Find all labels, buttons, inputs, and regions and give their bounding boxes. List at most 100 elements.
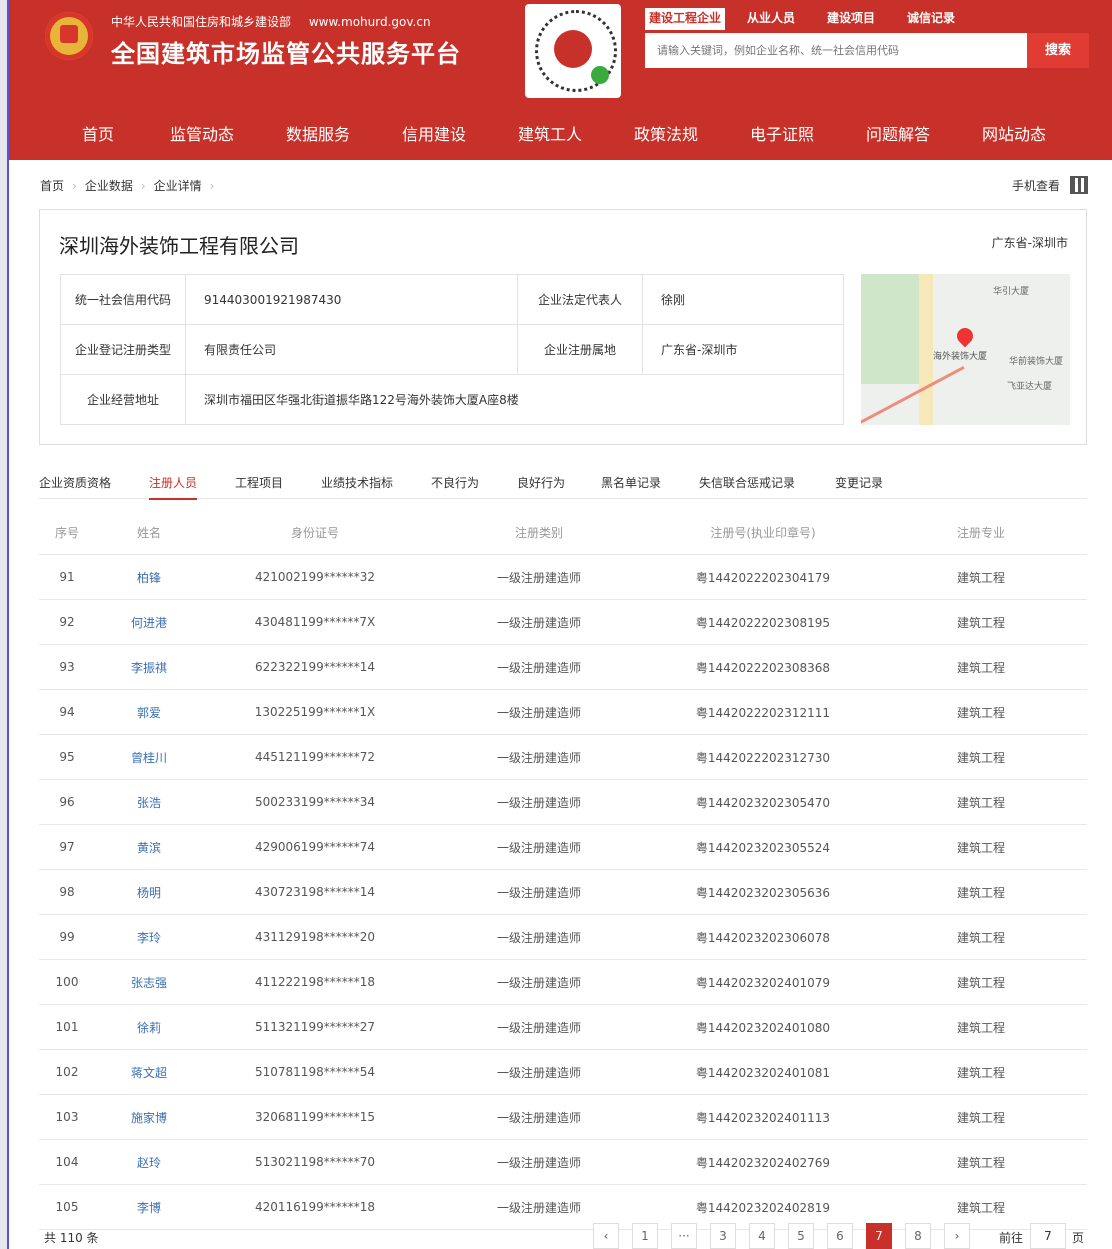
reg-number: 粤1442023202305470	[651, 779, 875, 825]
map-pin-icon	[953, 324, 977, 348]
row-index: 103	[39, 1094, 95, 1140]
table-row: 99 李玲 431129198******20 一级注册建造师 粤14420232023…	[39, 914, 1087, 960]
reg-number: 粤1442022202304179	[651, 554, 875, 600]
search-tab-enterprise[interactable]: 建设工程企业	[645, 8, 725, 30]
table-row: 103 施家博 320681199******15 一级注册建造师 粤144202320…	[39, 1094, 1087, 1140]
row-index: 104	[39, 1139, 95, 1185]
search-tab-project[interactable]: 建设项目	[817, 8, 885, 30]
breadcrumb: 首页 › 企业数据 › 企业详情 ›	[40, 177, 222, 194]
company-name: 深圳海外装饰工程有限公司	[59, 234, 299, 258]
table-row: 101 徐莉 511321199******27 一级注册建造师 粤1442023202…	[39, 1004, 1087, 1050]
nav-home[interactable]: 首页	[55, 112, 141, 158]
qr-code-icon[interactable]	[1070, 176, 1088, 194]
reg-category: 一级注册建造师	[427, 1139, 651, 1185]
search-tab-personnel[interactable]: 从业人员	[725, 8, 817, 30]
tab-blacklist[interactable]: 黑名单记录	[601, 474, 661, 498]
table-row: 104 赵玲 513021198******70 一级注册建造师 粤1442023202…	[39, 1139, 1087, 1185]
person-name[interactable]: 何进港	[95, 599, 203, 645]
total-count: 共 110 条	[44, 1231, 99, 1245]
specialty: 建筑工程	[875, 1094, 1087, 1140]
person-name[interactable]: 赵玲	[95, 1139, 203, 1185]
person-name[interactable]: 张志强	[95, 959, 203, 1005]
reg-category: 一级注册建造师	[427, 1094, 651, 1140]
site-title[interactable]: 全国建筑市场监管公共服务平台	[111, 34, 461, 69]
current-page-button[interactable]: 7	[866, 1223, 892, 1249]
tab-joint-punishment[interactable]: 失信联合惩戒记录	[699, 474, 795, 498]
chevron-right-icon: ›	[209, 179, 215, 193]
id-number: 421002199******32	[203, 554, 427, 600]
page-ellipsis-button[interactable]: ···	[671, 1223, 697, 1249]
nav-construction-workers[interactable]: 建筑工人	[507, 112, 593, 158]
person-name[interactable]: 蒋文超	[95, 1049, 203, 1095]
tab-change-records[interactable]: 变更记录	[835, 474, 883, 498]
mini-program-badge-icon	[591, 66, 609, 84]
table-row: 93 李振祺 622322199******14 一级注册建造师 粤1442022202…	[39, 644, 1087, 690]
goto-page-input[interactable]	[1030, 1223, 1066, 1249]
nav-credit-building[interactable]: 信用建设	[391, 112, 477, 158]
mobile-view-link[interactable]: 手机查看	[1012, 177, 1060, 194]
nav-data-service[interactable]: 数据服务	[275, 112, 361, 158]
row-index: 105	[39, 1184, 95, 1230]
company-card: 深圳海外装饰工程有限公司 广东省-深圳市 统一社会信用代码 9144030019…	[39, 209, 1087, 445]
person-name[interactable]: 张浩	[95, 779, 203, 825]
specialty: 建筑工程	[875, 734, 1087, 780]
page-button[interactable]: 3	[710, 1223, 736, 1249]
row-index: 91	[39, 554, 95, 600]
page-button[interactable]: 8	[905, 1223, 931, 1249]
page-button[interactable]: 6	[827, 1223, 853, 1249]
id-number: 513021198******70	[203, 1139, 427, 1185]
search-tab-credit[interactable]: 诚信记录	[885, 8, 977, 30]
location-map[interactable]: 华引大厦 海外装饰大厦 华前装饰大厦 飞亚达大厦	[861, 274, 1070, 425]
person-name[interactable]: 李振祺	[95, 644, 203, 690]
reg-number: 粤1442023202401080	[651, 1004, 875, 1050]
company-info-table: 统一社会信用代码 914403001921987430 企业法定代表人 徐刚 企…	[60, 274, 844, 425]
nav-supervision-news[interactable]: 监管动态	[159, 112, 245, 158]
col-id-number: 身份证号	[203, 510, 427, 555]
row-index: 95	[39, 734, 95, 780]
reg-number: 粤1442022202312730	[651, 734, 875, 780]
tab-performance[interactable]: 业绩技术指标	[321, 474, 393, 498]
tab-projects[interactable]: 工程项目	[235, 474, 283, 498]
prev-page-button[interactable]: ‹	[593, 1223, 619, 1249]
nav-e-certificates[interactable]: 电子证照	[739, 112, 825, 158]
page-button[interactable]: 1	[632, 1223, 658, 1249]
nav-faq[interactable]: 问题解答	[855, 112, 941, 158]
app-qr-code	[525, 4, 621, 98]
search-button[interactable]: 搜索	[1027, 33, 1089, 68]
gov-line: 中华人民共和国住房和城乡建设部 www.mohurd.gov.cn	[111, 13, 445, 30]
id-number: 510781198******54	[203, 1049, 427, 1095]
specialty: 建筑工程	[875, 599, 1087, 645]
page-button[interactable]: 4	[749, 1223, 775, 1249]
breadcrumb-enterprise-data[interactable]: 企业数据	[85, 179, 133, 193]
row-index: 102	[39, 1049, 95, 1095]
person-name[interactable]: 李博	[95, 1184, 203, 1230]
nav-policies[interactable]: 政策法规	[623, 112, 709, 158]
tab-bad-behavior[interactable]: 不良行为	[431, 474, 479, 498]
person-name[interactable]: 杨明	[95, 869, 203, 915]
page-button[interactable]: 5	[788, 1223, 814, 1249]
chevron-right-icon: ›	[72, 179, 77, 193]
next-page-button[interactable]: ›	[944, 1223, 970, 1249]
table-row: 92 何进港 430481199******7X 一级注册建造师 粤1442022202…	[39, 599, 1087, 645]
person-name[interactable]: 施家博	[95, 1094, 203, 1140]
tab-good-behavior[interactable]: 良好行为	[517, 474, 565, 498]
id-number: 320681199******15	[203, 1094, 427, 1140]
table-row: 96 张浩 500233199******34 一级注册建造师 粤14420232023…	[39, 779, 1087, 825]
tab-qualification[interactable]: 企业资质资格	[39, 474, 111, 498]
person-name[interactable]: 曾桂川	[95, 734, 203, 780]
breadcrumb-home[interactable]: 首页	[40, 179, 64, 193]
search-input[interactable]	[645, 33, 1025, 68]
gov-url[interactable]: www.mohurd.gov.cn	[309, 15, 431, 29]
person-name[interactable]: 柏锋	[95, 554, 203, 600]
person-name[interactable]: 李玲	[95, 914, 203, 960]
nav-site-news[interactable]: 网站动态	[971, 112, 1057, 158]
tab-registered-personnel[interactable]: 注册人员	[149, 474, 198, 500]
person-name[interactable]: 黄滨	[95, 824, 203, 870]
qr-logo-icon	[554, 30, 592, 68]
reg-type-value: 有限责任公司	[185, 324, 518, 375]
person-name[interactable]: 徐莉	[95, 1004, 203, 1050]
col-reg-category: 注册类别	[427, 510, 651, 555]
person-name[interactable]: 郭爱	[95, 689, 203, 735]
map-label: 海外装饰大厦	[933, 352, 988, 362]
address-value: 深圳市福田区华强北街道振华路122号海外装饰大厦A座8楼	[185, 374, 844, 425]
